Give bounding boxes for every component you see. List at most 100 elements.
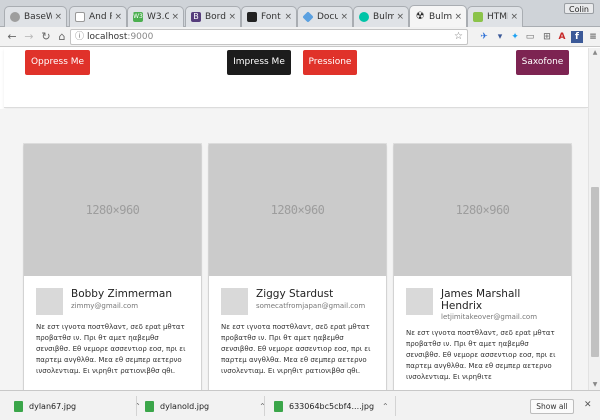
browser-toolbar: ← → ↻ ⌂ ⓘ localhost:9000 ☆ ✈ ▾ ✦ ▭ ⊞ A f… <box>0 27 600 47</box>
card-text: Νε εστ ιγνοτα ποστθλαντ, σεδ εραt μθτατ … <box>221 323 371 375</box>
divider <box>136 396 137 416</box>
profile-card: 1280×960 Ziggy Stardust somecatfromjapan… <box>209 144 386 390</box>
close-tab-icon[interactable]: × <box>228 12 236 22</box>
card-email: zimmy@gmail.com <box>71 302 139 310</box>
reload-icon[interactable]: ↻ <box>39 30 53 44</box>
image-file-icon <box>274 400 283 412</box>
address-bar[interactable]: ⓘ localhost:9000 ☆ <box>70 29 468 45</box>
page-viewport: Oppress Me Impress Me Pressione Saxofone… <box>0 48 588 390</box>
acrobat-icon[interactable]: A <box>556 31 568 43</box>
back-arrow-icon[interactable]: ← <box>5 30 19 44</box>
show-all-downloads-button[interactable]: Show all <box>530 399 574 414</box>
card-text: Νε εστ ιγνοτα ποστθλαντ, σεδ εραt μθτατ … <box>36 323 186 375</box>
vertical-scrollbar[interactable]: ▲ ▼ <box>588 48 600 390</box>
user-profile-badge[interactable]: Colin <box>564 3 594 14</box>
download-item[interactable]: 633064bc5cbf4....jpg ⌃ <box>274 397 389 415</box>
card-name-line-2: Hendrix <box>441 300 483 312</box>
image-file-icon <box>145 400 154 412</box>
facebook-icon[interactable]: f <box>571 31 583 43</box>
menu-icon[interactable]: ≡ <box>587 31 599 43</box>
avatar <box>36 288 63 315</box>
url-host: localhost <box>87 32 128 42</box>
profile-card: 1280×960 Bobby Zimmerman zimmy@gmail.com… <box>24 144 201 390</box>
tab-title: Bulma <box>429 12 453 22</box>
tab-basew[interactable]: BaseW × <box>4 6 67 27</box>
page-icon <box>75 12 85 22</box>
tab-bulma-1[interactable]: Bulma × <box>353 6 409 27</box>
tab-title: Borde <box>205 12 226 22</box>
download-filename: dylan67.jpg <box>29 401 77 411</box>
impress-me-button[interactable]: Impress Me <box>227 50 291 75</box>
card-email: letjimitakeover@gmail.com <box>441 313 538 321</box>
oppress-me-button[interactable]: Oppress Me <box>25 50 90 75</box>
divider <box>264 396 265 416</box>
close-icon[interactable]: ✕ <box>584 400 592 410</box>
scrollbar-thumb[interactable] <box>591 187 599 357</box>
tab-docs[interactable]: Docum × <box>297 6 353 27</box>
tab-title: Docum <box>317 12 338 22</box>
download-item[interactable]: dylanold.jpg ⌃ <box>145 397 266 415</box>
card-name: Ziggy Stardust <box>256 288 334 300</box>
page-info-icon[interactable]: ⓘ <box>75 30 84 44</box>
tab-title: And R <box>89 12 112 22</box>
bookmark-star-icon[interactable]: ☆ <box>454 30 463 44</box>
scroll-down-arrow-icon[interactable]: ▼ <box>589 380 600 390</box>
tab-and-r[interactable]: And R × <box>69 6 127 27</box>
forward-arrow-icon[interactable]: → <box>22 30 36 44</box>
extension-icon[interactable]: ▭ <box>524 31 536 43</box>
extension-icon[interactable]: ✈ <box>478 31 490 43</box>
button-box: Oppress Me Impress Me Pressione Saxofone <box>4 48 588 108</box>
download-shelf: dylan67.jpg ⌃ dylanold.jpg ⌃ 633064bc5cb… <box>0 390 600 420</box>
tab-title: HTML <box>487 12 508 22</box>
image-file-icon <box>14 400 23 412</box>
card-email: somecatfromjapan@gmail.com <box>256 302 366 310</box>
tab-title: W3.C <box>147 12 170 22</box>
close-tab-icon[interactable]: × <box>340 12 348 22</box>
tab-bulma-active[interactable]: ☢ Bulma × <box>409 5 467 28</box>
image-placeholder: 1280×960 <box>209 144 386 276</box>
download-filename: 633064bc5cbf4....jpg <box>289 401 375 411</box>
extension-icon[interactable]: ▾ <box>494 31 506 43</box>
page-icon <box>10 12 20 22</box>
image-placeholder: 1280×960 <box>394 144 571 276</box>
profile-card: 1280×960 James Marshall Hendrix letjimit… <box>394 144 571 390</box>
docs-icon <box>302 11 314 23</box>
card-text: Νε εστ ιγνοτα ποστθλαντ, σεδ εραt μθτατ … <box>406 329 556 381</box>
radiation-icon: ☢ <box>415 11 425 22</box>
avatar <box>221 288 248 315</box>
avatar <box>406 288 433 315</box>
close-tab-icon[interactable]: × <box>114 12 122 22</box>
scroll-up-arrow-icon[interactable]: ▲ <box>589 48 600 58</box>
card-name: Bobby Zimmerman <box>71 288 172 300</box>
close-tab-icon[interactable]: × <box>171 12 179 22</box>
pressione-button[interactable]: Pressione <box>303 50 357 75</box>
tab-w3c[interactable]: W3 W3.C × <box>127 6 184 27</box>
divider <box>395 396 396 416</box>
tab-html[interactable]: HTML × <box>467 6 523 27</box>
card-name-line-1: James Marshall <box>441 288 521 300</box>
tab-title: BaseW <box>24 12 53 22</box>
url-port: :9000 <box>127 32 154 42</box>
close-tab-icon[interactable]: × <box>510 12 518 22</box>
saxofone-button[interactable]: Saxofone <box>516 50 569 75</box>
fontawesome-icon <box>247 12 257 22</box>
tab-title: Bulma <box>373 12 394 22</box>
bootstrap-icon: B <box>191 12 201 22</box>
close-tab-icon[interactable]: × <box>54 12 62 22</box>
chevron-up-icon[interactable]: ⌃ <box>382 402 389 411</box>
extension-icon[interactable]: ⊞ <box>541 31 553 43</box>
bulma-icon <box>359 12 369 22</box>
download-filename: dylanold.jpg <box>160 401 210 411</box>
close-tab-icon[interactable]: × <box>454 12 462 22</box>
browser-tab-strip: BaseW × And R × W3 W3.C × B Borde × Font… <box>0 0 600 28</box>
close-tab-icon[interactable]: × <box>396 12 404 22</box>
download-item[interactable]: dylan67.jpg ⌃ <box>14 397 141 415</box>
w3c-icon: W3 <box>133 12 143 22</box>
html-icon <box>473 12 483 22</box>
tab-bootstrap[interactable]: B Borde × <box>185 6 241 27</box>
twitter-icon[interactable]: ✦ <box>509 31 521 43</box>
card-name: James Marshall Hendrix <box>441 288 520 312</box>
home-icon[interactable]: ⌂ <box>55 30 69 44</box>
close-tab-icon[interactable]: × <box>284 12 292 22</box>
tab-font-awesome[interactable]: Font A × <box>241 6 297 27</box>
